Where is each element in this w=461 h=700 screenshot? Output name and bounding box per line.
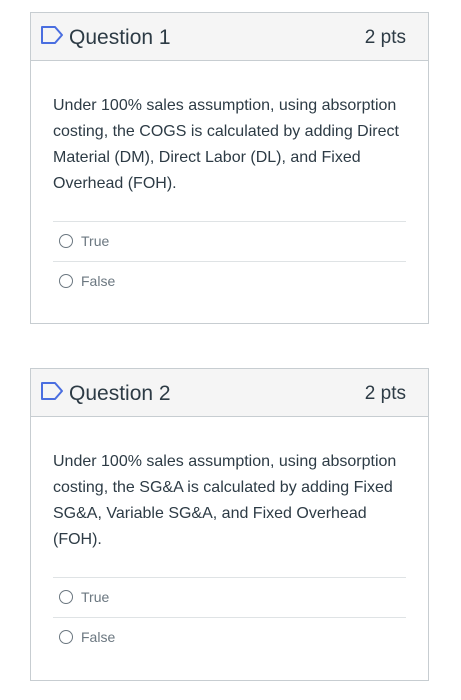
flag-outline-icon[interactable] — [40, 25, 64, 45]
answer-option-true[interactable]: True — [53, 577, 406, 617]
question-card: Question 2 2 pts Under 100% sales assump… — [30, 368, 429, 681]
question-header: Question 1 2 pts — [31, 13, 428, 61]
radio-button[interactable] — [59, 234, 73, 248]
question-card: Question 1 2 pts Under 100% sales assump… — [30, 12, 429, 324]
question-title: Question 2 — [69, 382, 171, 405]
question-points: 2 pts — [364, 27, 406, 48]
answer-label[interactable]: False — [81, 628, 115, 646]
answer-option-false[interactable]: False — [53, 617, 406, 657]
question-text: Under 100% sales assumption, using absor… — [53, 97, 399, 192]
answer-label[interactable]: False — [81, 272, 115, 290]
question-title: Question 1 — [69, 26, 171, 49]
radio-button[interactable] — [59, 630, 73, 644]
answer-list: True False — [53, 221, 406, 301]
flag-outline-icon[interactable] — [40, 381, 64, 401]
answer-option-true[interactable]: True — [53, 221, 406, 261]
answer-label[interactable]: True — [81, 232, 109, 250]
answer-option-false[interactable]: False — [53, 261, 406, 301]
question-points: 2 pts — [364, 383, 406, 404]
answer-list: True False — [53, 577, 406, 657]
radio-button[interactable] — [59, 590, 73, 604]
radio-button[interactable] — [59, 274, 73, 288]
question-text: Under 100% sales assumption, using absor… — [53, 453, 397, 548]
answer-label[interactable]: True — [81, 588, 109, 606]
question-header: Question 2 2 pts — [31, 369, 428, 417]
